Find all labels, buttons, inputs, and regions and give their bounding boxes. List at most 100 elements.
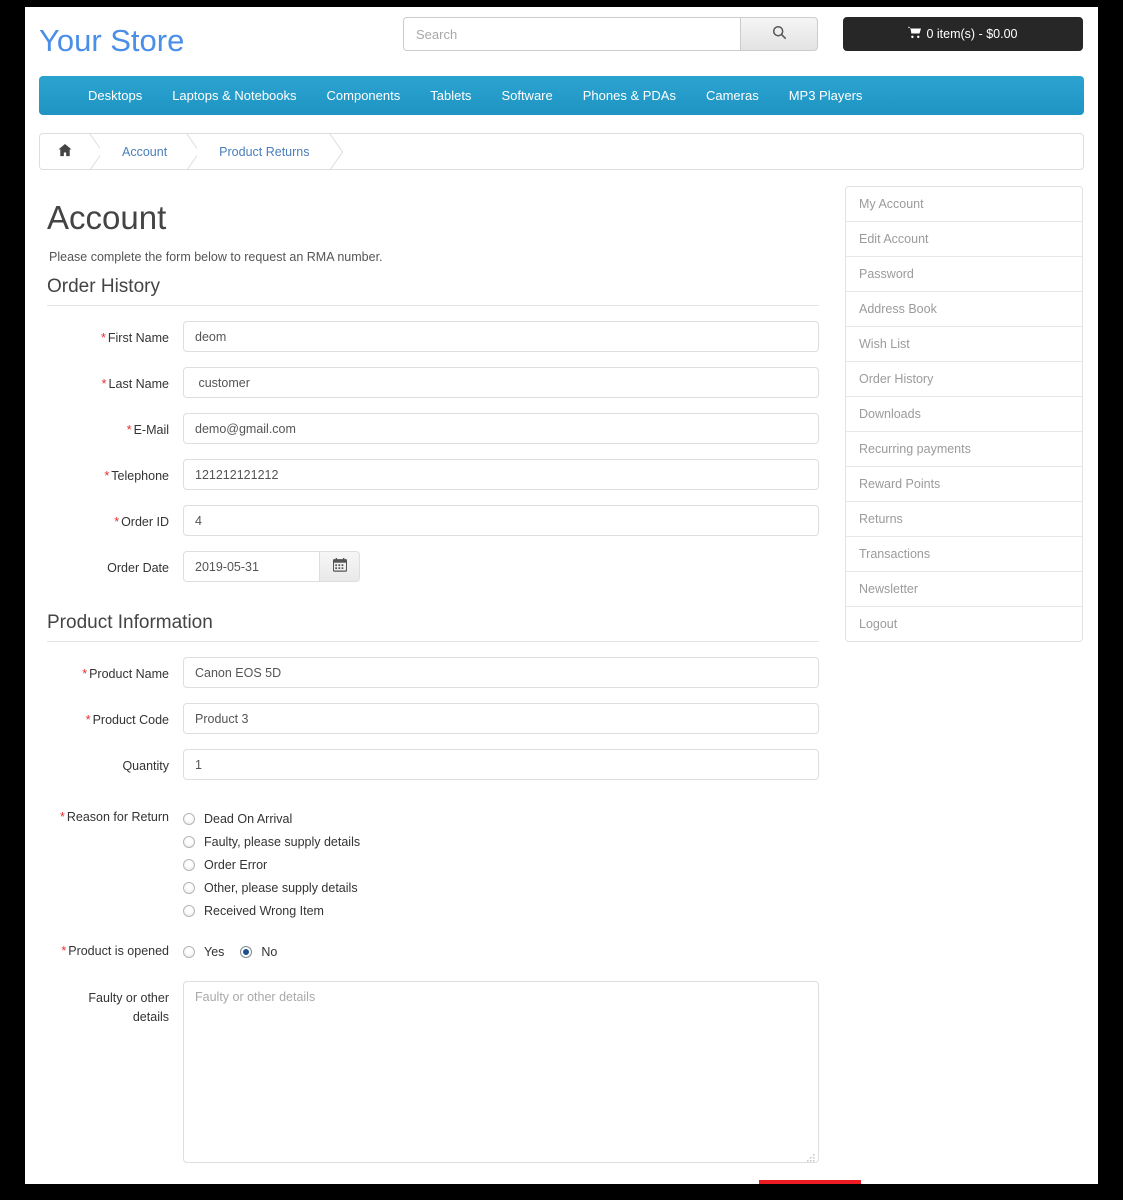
sidebar-item-password[interactable]: Password [846,257,1082,292]
cart-button[interactable]: 0 item(s) - $0.00 [843,17,1083,51]
field-row-order-date: Order Date [47,551,847,583]
sidebar-item-address-book[interactable]: Address Book [846,292,1082,327]
product-opened-radio-group: Yes No [183,940,847,963]
radio-reason-other[interactable]: Other, please supply details [183,876,847,899]
sidebar-item-my-account[interactable]: My Account [846,187,1082,222]
site-header: Your Store 0 item(s) - $0.00 [25,7,1098,75]
nav-item-laptops-notebooks[interactable]: Laptops & Notebooks [157,76,311,115]
nav-item-components[interactable]: Components [312,76,416,115]
radio-icon [183,945,195,958]
breadcrumb-item-product-returns[interactable]: Product Returns [197,134,340,169]
label-order-date: Order Date [107,561,169,576]
field-row-faulty-details: Faulty or other details [47,981,847,1164]
radio-label: Received Wrong Item [204,903,324,918]
radio-product-opened-yes[interactable]: Yes [183,940,224,963]
radio-icon [183,812,195,825]
nav-item-software[interactable]: Software [486,76,567,115]
field-row-product-name: * Product Name [47,657,847,689]
home-icon [58,143,72,160]
account-menu-list: My Account Edit Account Password Address… [845,186,1083,642]
search-bar [403,17,818,51]
faulty-details-textarea[interactable] [183,981,819,1164]
section-order-history-title: Order History [47,276,819,307]
telephone-input[interactable] [183,459,819,491]
label-faulty-details: Faulty or other details [88,991,169,1025]
label-last-name: * Last Name [101,377,169,392]
faulty-details-wrapper [183,981,819,1164]
required-marker: * [104,469,110,484]
required-marker: * [114,515,120,530]
nav-item-phones-pdas[interactable]: Phones & PDAs [568,76,691,115]
section-product-information-title: Product Information [47,612,819,643]
label-product-name: * Product Name [82,667,169,682]
radio-icon [183,881,195,894]
sidebar-item-recurring-payments[interactable]: Recurring payments [846,432,1082,467]
label-reason-for-return: * Reason for Return [59,810,169,825]
sidebar-item-transactions[interactable]: Transactions [846,537,1082,572]
radio-reason-faulty[interactable]: Faulty, please supply details [183,830,847,853]
email-input[interactable] [183,413,819,445]
product-code-input[interactable] [183,703,819,735]
cart-label: 0 item(s) - $0.00 [926,27,1018,41]
required-marker: * [61,944,67,959]
nav-item-mp3-players[interactable]: MP3 Players [774,76,878,115]
radio-label: No [261,944,278,959]
breadcrumb: Account Product Returns [39,133,1084,170]
site-logo[interactable]: Your Store [39,25,184,56]
radio-label: Faulty, please supply details [204,834,361,849]
sidebar-item-order-history[interactable]: Order History [846,362,1082,397]
label-order-id: * Order ID [114,515,169,530]
breadcrumb-home[interactable] [40,134,100,169]
field-row-product-code: * Product Code [47,703,847,735]
label-telephone: * Telephone [104,469,169,484]
required-marker: * [82,667,88,682]
product-name-input[interactable] [183,657,819,689]
calendar-icon [332,558,347,575]
radio-icon [183,858,195,871]
label-product-is-opened: * Product is opened [61,944,169,959]
cart-icon [908,26,922,42]
sidebar-item-reward-points[interactable]: Reward Points [846,467,1082,502]
field-row-telephone: * Telephone [47,459,847,491]
required-marker: * [59,810,65,825]
field-row-product-is-opened: * Product is opened Yes No [47,940,847,963]
label-product-code: * Product Code [85,713,169,728]
sidebar-item-newsletter[interactable]: Newsletter [846,572,1082,607]
radio-reason-received-wrong-item[interactable]: Received Wrong Item [183,899,847,922]
submit-highlight-box [759,1180,861,1184]
main-navigation: Desktops Laptops & Notebooks Components … [39,76,1084,115]
order-id-input[interactable] [183,505,819,537]
sidebar-item-logout[interactable]: Logout [846,607,1082,641]
required-marker: * [126,423,132,438]
radio-reason-order-error[interactable]: Order Error [183,853,847,876]
search-button[interactable] [740,17,818,51]
radio-reason-dead-on-arrival[interactable]: Dead On Arrival [183,807,847,830]
field-row-first-name: * First Name [47,321,847,353]
nav-item-desktops[interactable]: Desktops [73,76,157,115]
form-actions: Back Submit [47,1180,861,1184]
page-intro: Please complete the form below to reques… [49,250,383,265]
sidebar-item-wish-list[interactable]: Wish List [846,327,1082,362]
label-quantity: Quantity [122,759,169,774]
search-input[interactable] [403,17,740,51]
label-email: * E-Mail [126,423,169,438]
nav-item-cameras[interactable]: Cameras [691,76,774,115]
account-sidebar: My Account Edit Account Password Address… [845,186,1083,642]
nav-item-tablets[interactable]: Tablets [415,76,486,115]
required-marker: * [101,331,106,346]
breadcrumb-item-account[interactable]: Account [100,134,198,169]
calendar-button[interactable] [320,551,360,583]
order-date-input[interactable] [183,551,320,583]
quantity-input[interactable] [183,749,819,781]
radio-label: Dead On Arrival [204,811,293,826]
last-name-input[interactable] [183,367,819,399]
sidebar-item-returns[interactable]: Returns [846,502,1082,537]
radio-label: Other, please supply details [204,880,358,895]
label-first-name: * First Name [101,331,169,346]
field-row-email: * E-Mail [47,413,847,445]
sidebar-item-edit-account[interactable]: Edit Account [846,222,1082,257]
first-name-input[interactable] [183,321,819,353]
sidebar-item-downloads[interactable]: Downloads [846,397,1082,432]
radio-product-opened-no[interactable]: No [240,940,277,963]
radio-label: Order Error [204,857,268,872]
